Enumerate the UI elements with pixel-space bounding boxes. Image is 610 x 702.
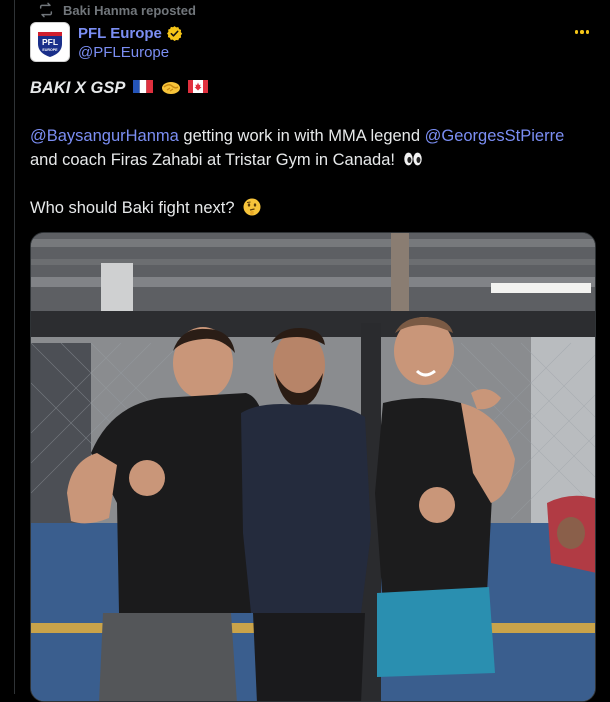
svg-text:EUROPE: EUROPE [42,48,58,52]
tweet-body: BAKI X GSP @BaysangurHanma getting work … [30,76,600,220]
mention-georgesstpierre[interactable]: @GeorgesStPierre [425,127,565,145]
tweet-headline: BAKI X GSP [30,79,126,97]
tweet-photo[interactable] [30,232,596,702]
gym-photo-image [31,233,595,701]
more-dot-icon [580,30,584,34]
repost-label: Baki Hanma reposted [63,2,196,18]
author-name-row[interactable]: PFL Europe [78,24,183,42]
canada-flag-icon [188,80,209,93]
repost-indicator[interactable]: Baki Hanma reposted [38,2,196,18]
tweet-question-line: Who should Baki fight next? [30,196,600,220]
eyes-icon [403,152,422,166]
handshake-icon [161,82,180,94]
tweet-line-2: @BaysangurHanma getting work in with MMA… [30,124,600,148]
pfl-europe-logo: PFL EUROPE [38,32,62,57]
repost-icon [38,2,54,18]
author-avatar[interactable]: PFL EUROPE [30,22,70,62]
author-display-name[interactable]: PFL Europe [78,25,162,42]
thinking-face-icon [243,198,261,216]
svg-text:PFL: PFL [42,37,58,47]
mention-baysangurhanma[interactable]: @BaysangurHanma [30,127,179,145]
more-options-button[interactable] [570,22,594,42]
author-handle[interactable]: @PFLEurope [78,44,169,61]
more-dot-icon [585,30,590,34]
tweet-headline-line: BAKI X GSP [30,76,600,100]
tweet-question: Who should Baki fight next? [30,199,235,217]
tweet-line-3: and coach Firas Zahabi at Tristar Gym in… [30,148,600,172]
more-dot-icon [574,30,579,34]
tweet-line-2-text: getting work in with MMA legend [178,127,425,145]
verified-badge-icon[interactable] [166,25,183,42]
france-flag-icon [132,80,153,93]
tweet-line-3-text: and coach Firas Zahabi at Tristar Gym in… [30,151,395,169]
